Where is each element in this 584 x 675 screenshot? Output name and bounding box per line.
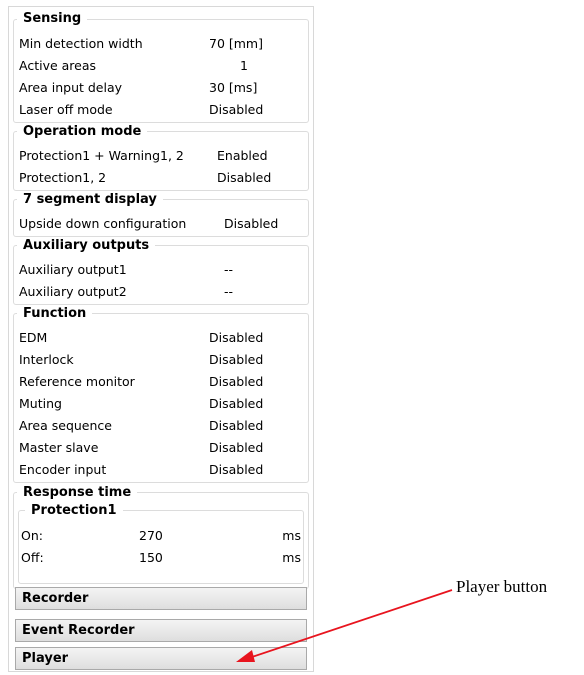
annotation-arrowhead	[236, 650, 255, 662]
annotation-arrow-line	[245, 589, 453, 660]
annotation-label: Player button	[456, 577, 548, 596]
annotation-arrow	[236, 589, 453, 662]
